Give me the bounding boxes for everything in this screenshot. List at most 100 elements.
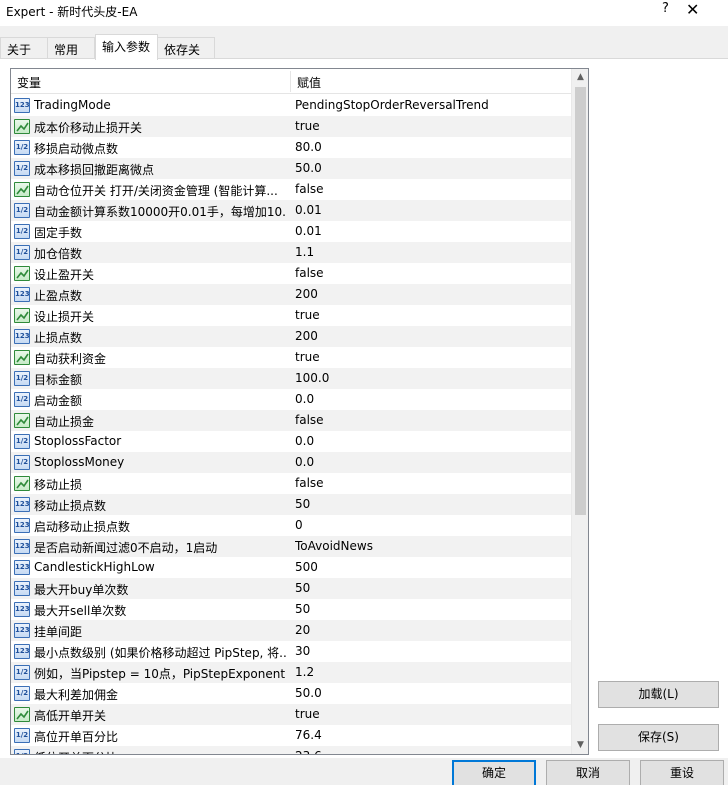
parameter-name: CandlestickHighLow xyxy=(34,560,155,574)
integer-type-icon: 123 xyxy=(14,98,30,113)
parameter-row[interactable]: 1/2 固定手数 0.01 xyxy=(11,221,571,242)
scroll-up-icon[interactable]: ▲ xyxy=(572,69,588,86)
reset-button[interactable]: 重设 xyxy=(640,760,724,785)
parameter-row[interactable]: 123 是否启动新闻过滤0不启动，1启动 ToAvoidNews xyxy=(11,536,571,557)
bool-type-icon xyxy=(14,413,30,428)
parameter-value[interactable]: 200 xyxy=(295,329,565,343)
parameter-value[interactable]: 1.1 xyxy=(295,245,565,259)
parameter-row[interactable]: 1/2 加仓倍数 1.1 xyxy=(11,242,571,263)
parameter-value[interactable]: 80.0 xyxy=(295,140,565,154)
double-type-icon: 1/2 xyxy=(14,224,30,239)
parameter-value[interactable]: 30 xyxy=(295,644,565,658)
parameter-value[interactable]: 0.0 xyxy=(295,392,565,406)
parameter-row[interactable]: 1/2 目标金额 100.0 xyxy=(11,368,571,389)
parameter-row[interactable]: 设止盈开关 false xyxy=(11,263,571,284)
parameter-value[interactable]: 500 xyxy=(295,560,565,574)
parameter-row[interactable]: 1/2 StoplossMoney 0.0 xyxy=(11,452,571,473)
double-type-icon: 1/2 xyxy=(14,161,30,176)
parameter-row[interactable]: 123 止盈点数 200 xyxy=(11,284,571,305)
parameter-value[interactable]: 0.0 xyxy=(295,434,565,448)
parameter-value[interactable]: false xyxy=(295,182,565,196)
parameter-row[interactable]: 自动获利资金 true xyxy=(11,347,571,368)
parameter-value[interactable]: 76.4 xyxy=(295,728,565,742)
parameter-row[interactable]: 高低开单开关 true xyxy=(11,704,571,725)
tab-dependencies[interactable]: 依存关系 xyxy=(157,37,215,74)
parameter-name: 最大开buy单次数 xyxy=(34,583,129,597)
integer-type-icon: 123 xyxy=(14,623,30,638)
parameter-row[interactable]: 123 TradingMode PendingStopOrderReversalTr… xyxy=(11,95,571,116)
parameter-name: 自动仓位开关 打开/关闭资金管理 (智能计算... xyxy=(34,184,278,198)
parameter-value[interactable]: 23.6 xyxy=(295,749,565,754)
parameter-row[interactable]: 1/2 低位开单百分比 23.6 xyxy=(11,746,571,754)
parameter-name: 高低开单开关 xyxy=(34,709,107,723)
tab-inputs[interactable]: 输入参数 xyxy=(95,34,158,60)
parameter-value[interactable]: 50 xyxy=(295,497,565,511)
parameter-value[interactable]: PendingStopOrderReversalTrend xyxy=(295,98,565,112)
parameter-row[interactable]: 1/2 成本移损回撤距离微点 50.0 xyxy=(11,158,571,179)
title-bar: Expert - 新时代头皮-EA ? ✕ xyxy=(0,0,728,26)
parameter-row[interactable]: 自动仓位开关 打开/关闭资金管理 (智能计算... false xyxy=(11,179,571,200)
column-separator[interactable] xyxy=(290,71,291,92)
parameter-name: 低位开单百分比 xyxy=(34,749,286,754)
parameter-value[interactable]: false xyxy=(295,476,565,490)
parameter-row[interactable]: 1/2 移损启动微点数 80.0 xyxy=(11,137,571,158)
parameter-row[interactable]: 123 移动止损点数 50 xyxy=(11,494,571,515)
parameter-row[interactable]: 123 最大开buy单次数 50 xyxy=(11,578,571,599)
parameter-row[interactable]: 1/2 高位开单百分比 76.4 xyxy=(11,725,571,746)
tab-about[interactable]: 关于 xyxy=(0,37,48,59)
parameter-name: 启动移动止损点数 xyxy=(34,520,131,534)
parameter-name: 启动金额 xyxy=(34,394,83,408)
scroll-down-icon[interactable]: ▼ xyxy=(572,737,588,754)
parameter-value[interactable]: 20 xyxy=(295,623,565,637)
parameter-value[interactable]: ToAvoidNews xyxy=(295,539,565,553)
parameter-value[interactable]: 50 xyxy=(295,581,565,595)
parameter-row[interactable]: 123 最大开sell单次数 50 xyxy=(11,599,571,620)
parameter-value[interactable]: 0.0 xyxy=(295,455,565,469)
column-value[interactable]: 赋值 xyxy=(297,74,321,91)
parameter-value[interactable]: false xyxy=(295,266,565,280)
integer-type-icon: 123 xyxy=(14,644,30,659)
tab-common[interactable]: 常用 xyxy=(47,37,95,59)
vertical-scrollbar[interactable]: ▲ ▼ xyxy=(571,69,588,754)
close-icon[interactable]: ✕ xyxy=(686,0,699,19)
parameter-row[interactable]: 123 挂单间距 20 xyxy=(11,620,571,641)
parameter-row[interactable]: 1/2 自动金额计算系数10000开0.01手，每增加10... 0.01 xyxy=(11,200,571,221)
cancel-button[interactable]: 取消 xyxy=(546,760,630,785)
parameter-row[interactable]: 123 最小点数级别 (如果价格移动超过 PipStep, 将... 30 xyxy=(11,641,571,662)
parameter-row[interactable]: 成本价移动止损开关 true xyxy=(11,116,571,137)
parameter-row[interactable]: 移动止损 false xyxy=(11,473,571,494)
help-icon[interactable]: ? xyxy=(662,1,669,16)
parameter-row[interactable]: 1/2 启动金额 0.0 xyxy=(11,389,571,410)
parameter-value[interactable]: 200 xyxy=(295,287,565,301)
parameter-row[interactable]: 自动止损金 false xyxy=(11,410,571,431)
parameter-value[interactable]: 100.0 xyxy=(295,371,565,385)
parameter-row[interactable]: 1/2 例如，当Pipstep = 10点，PipStepExponent... 1… xyxy=(11,662,571,683)
scroll-thumb[interactable] xyxy=(575,87,586,515)
parameter-value[interactable]: true xyxy=(295,707,565,721)
load-button[interactable]: 加载(L) xyxy=(598,681,719,708)
parameter-value[interactable]: true xyxy=(295,350,565,364)
parameter-row[interactable]: 123 止损点数 200 xyxy=(11,326,571,347)
parameter-value[interactable]: 50.0 xyxy=(295,161,565,175)
double-type-icon: 1/2 xyxy=(14,392,30,407)
parameter-row[interactable]: 123 启动移动止损点数 0 xyxy=(11,515,571,536)
parameter-row[interactable]: 1/2 StoplossFactor 0.0 xyxy=(11,431,571,452)
integer-type-icon: 123 xyxy=(14,329,30,344)
save-button[interactable]: 保存(S) xyxy=(598,724,719,751)
parameter-value[interactable]: 1.2 xyxy=(295,665,565,679)
parameter-value[interactable]: 50.0 xyxy=(295,686,565,700)
parameter-value[interactable]: 0.01 xyxy=(295,224,565,238)
parameter-row[interactable]: 123 CandlestickHighLow 500 xyxy=(11,557,571,578)
parameter-row[interactable]: 设止损开关 true xyxy=(11,305,571,326)
parameter-row[interactable]: 1/2 最大利差加佣金 50.0 xyxy=(11,683,571,704)
parameter-value[interactable]: 0.01 xyxy=(295,203,565,217)
bool-type-icon xyxy=(14,308,30,323)
parameter-value[interactable]: true xyxy=(295,308,565,322)
parameter-value[interactable]: 0 xyxy=(295,518,565,532)
parameter-value[interactable]: true xyxy=(295,119,565,133)
bool-type-icon xyxy=(14,707,30,722)
parameter-value[interactable]: 50 xyxy=(295,602,565,616)
column-variable[interactable]: 变量 xyxy=(17,74,41,91)
parameter-value[interactable]: false xyxy=(295,413,565,427)
ok-button[interactable]: 确定 xyxy=(452,760,536,785)
